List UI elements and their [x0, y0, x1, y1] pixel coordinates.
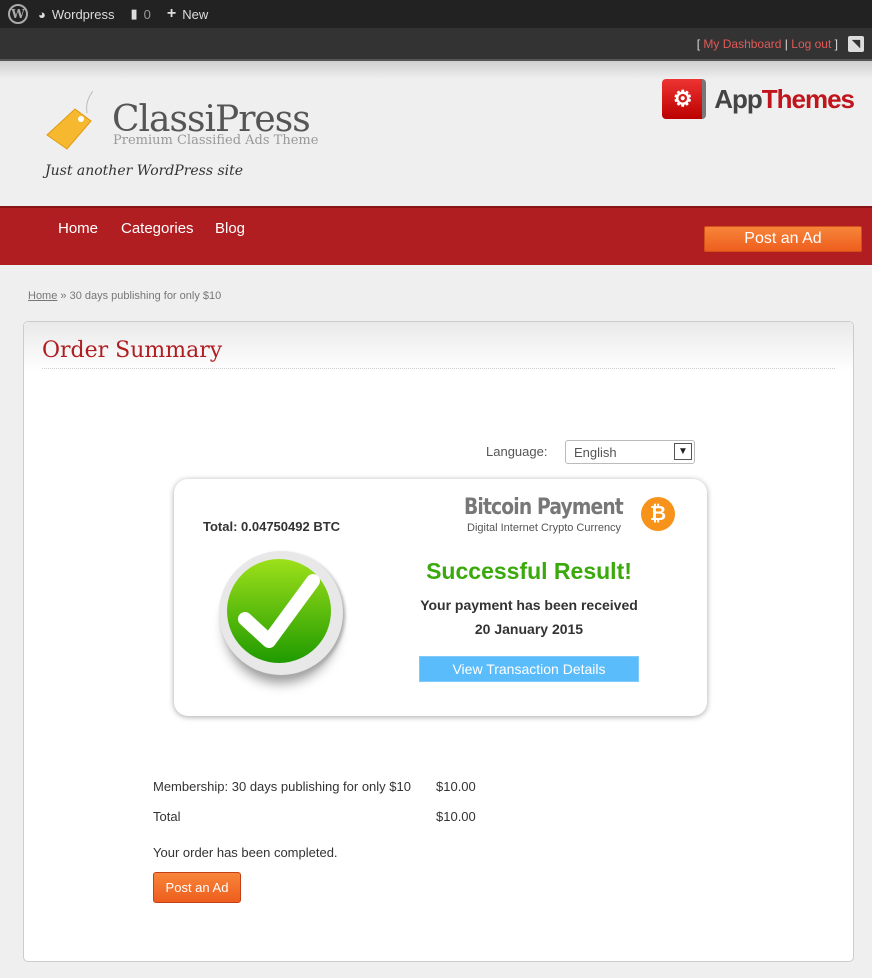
- bitcoin-payment-subtitle: Digital Internet Crypto Currency: [467, 522, 622, 534]
- order-panel: Order Summary Language: English ▼ Total: …: [23, 321, 854, 962]
- new-menu[interactable]: + New: [167, 5, 208, 23]
- bitcoin-payment-brand: Bitcoin Payment: [464, 495, 624, 520]
- order-completed-text: Your order has been completed.: [153, 845, 338, 860]
- order-row-amount: $10.00: [436, 779, 476, 794]
- site-tagline: Just another WordPress site: [45, 163, 244, 179]
- checkmark-icon: [219, 551, 343, 675]
- site-menu[interactable]: ◕ Wordpress: [38, 7, 114, 22]
- success-heading: Successful Result!: [426, 558, 632, 584]
- main-nav: Home Categories Blog Post an Ad: [0, 206, 872, 265]
- price-tag-icon[interactable]: [45, 91, 93, 151]
- wordpress-logo-icon[interactable]: W: [8, 4, 28, 24]
- gear-icon: ⚙: [662, 79, 707, 119]
- rss-icon[interactable]: ◥: [848, 36, 864, 52]
- logout-link[interactable]: Log out: [791, 37, 831, 51]
- top-bar: [ My Dashboard | Log out ] ◥: [0, 28, 872, 61]
- page-title: Order Summary: [42, 338, 223, 363]
- nav-blog[interactable]: Blog: [215, 220, 245, 237]
- btc-total: Total: 0.04750492 BTC: [203, 519, 341, 534]
- payment-received-text: Your payment has been received: [420, 597, 638, 613]
- nav-categories[interactable]: Categories: [121, 220, 194, 237]
- divider: [42, 368, 835, 369]
- language-select[interactable]: English ▼: [565, 440, 695, 464]
- breadcrumb-home[interactable]: Home: [28, 290, 57, 302]
- post-ad-button-bottom[interactable]: Post an Ad: [153, 872, 241, 903]
- my-dashboard-link[interactable]: My Dashboard: [703, 37, 781, 51]
- order-row-membership: Membership: 30 days publishing for only …: [153, 779, 411, 794]
- chevron-down-icon: ▼: [674, 443, 692, 460]
- admin-bar: W ◕ Wordpress ▮ 0 + New: [0, 0, 872, 28]
- nav-home[interactable]: Home: [58, 220, 98, 237]
- site-header: ClassiPress Premium Classified Ads Theme…: [0, 61, 872, 206]
- order-total-amount: $10.00: [436, 809, 476, 824]
- site-subtitle: Premium Classified Ads Theme: [113, 133, 319, 148]
- payment-date: 20 January 2015: [474, 621, 584, 637]
- comments-menu[interactable]: ▮ 0: [130, 6, 150, 22]
- bitcoin-icon: ₿: [641, 497, 675, 531]
- breadcrumb: Home » 30 days publishing for only $10: [28, 290, 222, 302]
- dashboard-icon: ◕: [38, 6, 46, 22]
- plus-icon: +: [166, 5, 177, 22]
- comment-icon: ▮: [130, 6, 138, 21]
- appthemes-logo[interactable]: ⚙ AppThemes: [662, 79, 855, 119]
- order-row-total: Total: [153, 809, 181, 824]
- post-ad-button[interactable]: Post an Ad: [704, 226, 862, 252]
- language-label: Language:: [486, 444, 548, 459]
- view-transaction-details-button[interactable]: View Transaction Details: [419, 656, 639, 682]
- bitcoin-payment-card: Total: 0.04750492 BTC Bitcoin Payment Di…: [174, 479, 707, 716]
